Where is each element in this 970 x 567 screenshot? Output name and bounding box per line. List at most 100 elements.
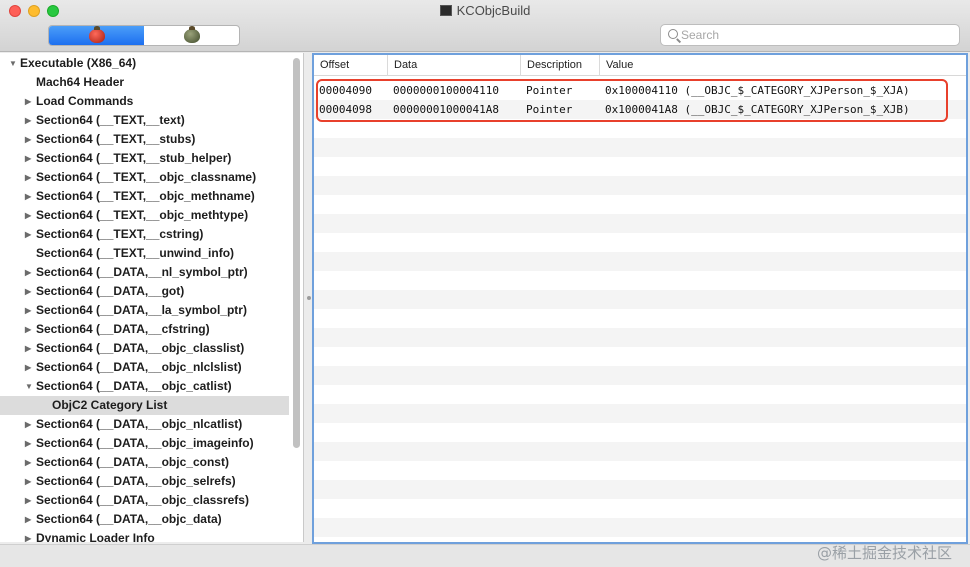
sidebar-item[interactable]: ▼ Section64 (__DATA,__objc_catlist)	[0, 377, 289, 396]
disclosure-triangle-closed-icon[interactable]: ▶	[25, 168, 35, 187]
sidebar-item[interactable]: ▶ Section64 (__TEXT,__stubs)	[0, 130, 289, 149]
segment-red-bug[interactable]	[49, 26, 144, 45]
sidebar-item-label: ObjC2 Category List	[52, 398, 168, 412]
sidebar-item[interactable]: ▶ Section64 (__DATA,__objc_imageinfo)	[0, 434, 289, 453]
disclosure-triangle-closed-icon[interactable]: ▶	[25, 282, 35, 301]
disclosure-triangle-closed-icon[interactable]: ▶	[25, 111, 35, 130]
table-row[interactable]	[314, 518, 966, 537]
sidebar-item[interactable]: ▶ Section64 (__DATA,__objc_nlcatlist)	[0, 415, 289, 434]
data-table[interactable]: Offset Data Description Value 00004090 00…	[312, 53, 968, 544]
sidebar-item[interactable]: Section64 (__TEXT,__unwind_info)	[0, 244, 289, 263]
offset-cell: 00004090	[319, 84, 372, 97]
disclosure-triangle-closed-icon[interactable]: ▶	[25, 358, 35, 377]
sidebar-item[interactable]: ▶ Section64 (__DATA,__cfstring)	[0, 320, 289, 339]
value-cell: 0x1000041A8 (__OBJC_$_CATEGORY_XJPerson_…	[605, 103, 910, 116]
sidebar-item[interactable]: ▶ Section64 (__DATA,__objc_classrefs)	[0, 491, 289, 510]
sidebar-item[interactable]: ObjC2 Category List	[0, 396, 289, 415]
split-view-divider[interactable]	[307, 296, 311, 300]
table-row[interactable]	[314, 119, 966, 138]
column-header-description[interactable]: Description	[520, 55, 599, 76]
column-header-data[interactable]: Data	[387, 55, 520, 76]
sidebar-item[interactable]: ▶ Section64 (__TEXT,__stub_helper)	[0, 149, 289, 168]
search-input[interactable]	[681, 27, 951, 43]
table-row[interactable]	[314, 328, 966, 347]
sidebar-item[interactable]: ▶ Section64 (__DATA,__nl_symbol_ptr)	[0, 263, 289, 282]
disclosure-triangle-closed-icon[interactable]: ▶	[25, 453, 35, 472]
table-header: Offset Data Description Value	[314, 55, 966, 76]
table-row[interactable]	[314, 290, 966, 309]
disclosure-triangle-closed-icon[interactable]: ▶	[25, 187, 35, 206]
table-row[interactable]	[314, 138, 966, 157]
disclosure-triangle-closed-icon[interactable]: ▶	[25, 472, 35, 491]
window-title-text: KCObjcBuild	[456, 3, 531, 18]
sidebar-item-label: Section64 (__DATA,__objc_selrefs)	[36, 474, 236, 488]
sidebar-item[interactable]: ▶ Section64 (__DATA,__objc_const)	[0, 453, 289, 472]
sidebar-scrollbar[interactable]	[291, 55, 302, 540]
disclosure-triangle-closed-icon[interactable]: ▶	[25, 529, 35, 542]
disclosure-triangle-closed-icon[interactable]: ▶	[25, 149, 35, 168]
sidebar-item[interactable]: ▶ Section64 (__TEXT,__objc_methtype)	[0, 206, 289, 225]
disclosure-triangle-closed-icon[interactable]: ▶	[25, 339, 35, 358]
disclosure-triangle-open-icon[interactable]: ▼	[9, 54, 19, 73]
disclosure-triangle-closed-icon[interactable]: ▶	[25, 301, 35, 320]
sidebar-item[interactable]: ▶ Load Commands	[0, 92, 289, 111]
column-header-value[interactable]: Value	[599, 55, 966, 76]
sidebar-item[interactable]: ▶ Section64 (__TEXT,__objc_methname)	[0, 187, 289, 206]
table-row[interactable]	[314, 499, 966, 518]
disclosure-triangle-closed-icon[interactable]: ▶	[25, 130, 35, 149]
sidebar-item[interactable]: ▶ Section64 (__DATA,__got)	[0, 282, 289, 301]
table-row[interactable]	[314, 214, 966, 233]
disclosure-triangle-open-icon[interactable]: ▼	[25, 377, 35, 396]
sidebar-item[interactable]: ▶ Section64 (__TEXT,__cstring)	[0, 225, 289, 244]
table-row[interactable]	[314, 366, 966, 385]
table-row[interactable]	[314, 347, 966, 366]
table-row[interactable]	[314, 404, 966, 423]
disclosure-triangle-closed-icon[interactable]: ▶	[25, 263, 35, 282]
disclosure-triangle-closed-icon[interactable]: ▶	[25, 225, 35, 244]
table-row[interactable]	[314, 176, 966, 195]
table-row[interactable]	[314, 271, 966, 290]
segment-green-bug[interactable]	[144, 26, 239, 45]
disclosure-triangle-closed-icon[interactable]: ▶	[25, 92, 35, 111]
sidebar-item[interactable]: ▶ Section64 (__DATA,__objc_classlist)	[0, 339, 289, 358]
sidebar-item[interactable]: ▶ Dynamic Loader Info	[0, 529, 289, 542]
sidebar-item[interactable]: Mach64 Header	[0, 73, 289, 92]
sidebar-item-label: Executable (X86_64)	[20, 56, 137, 70]
architecture-segmented-control[interactable]	[48, 25, 240, 46]
sidebar-item[interactable]: ▶ Section64 (__DATA,__la_symbol_ptr)	[0, 301, 289, 320]
sidebar-item[interactable]: ▼ Executable (X86_64)	[0, 54, 289, 73]
table-row[interactable]	[314, 309, 966, 328]
search-icon	[668, 29, 678, 39]
disclosure-triangle-closed-icon[interactable]: ▶	[25, 206, 35, 225]
table-row[interactable]: 00004090 0000000100004110 Pointer 0x1000041…	[314, 81, 966, 100]
disclosure-triangle-closed-icon[interactable]: ▶	[25, 320, 35, 339]
sidebar-tree[interactable]: ▼ Executable (X86_64) Mach64 Header ▶ Load C…	[0, 53, 304, 542]
sidebar-scroll-thumb[interactable]	[293, 58, 300, 448]
sidebar-item[interactable]: ▶ Section64 (__TEXT,__objc_classname)	[0, 168, 289, 187]
sidebar-item[interactable]: ▶ Section64 (__DATA,__objc_nlclslist)	[0, 358, 289, 377]
table-row[interactable]	[314, 385, 966, 404]
table-row[interactable]	[314, 442, 966, 461]
table-row[interactable]	[314, 252, 966, 271]
disclosure-triangle-closed-icon[interactable]: ▶	[25, 510, 35, 529]
table-row[interactable]	[314, 233, 966, 252]
sidebar-item-label: Section64 (__TEXT,__cstring)	[36, 227, 204, 241]
table-row[interactable]	[314, 423, 966, 442]
sidebar-item[interactable]: ▶ Section64 (__DATA,__objc_selrefs)	[0, 472, 289, 491]
table-row[interactable]	[314, 480, 966, 499]
column-header-offset[interactable]: Offset	[314, 55, 387, 76]
sidebar-item-label: Section64 (__DATA,__objc_nlcatlist)	[36, 417, 243, 431]
disclosure-triangle-closed-icon[interactable]: ▶	[25, 434, 35, 453]
sidebar-item-label: Section64 (__TEXT,__objc_classname)	[36, 170, 257, 184]
data-cell: 00000001000041A8	[393, 103, 499, 116]
data-cell: 0000000100004110	[393, 84, 499, 97]
table-row[interactable]	[314, 461, 966, 480]
table-row[interactable]	[314, 195, 966, 214]
disclosure-triangle-closed-icon[interactable]: ▶	[25, 491, 35, 510]
table-row[interactable]	[314, 157, 966, 176]
search-field[interactable]	[660, 24, 960, 46]
sidebar-item[interactable]: ▶ Section64 (__DATA,__objc_data)	[0, 510, 289, 529]
table-row[interactable]: 00004098 00000001000041A8 Pointer 0x1000041…	[314, 100, 966, 119]
disclosure-triangle-closed-icon[interactable]: ▶	[25, 415, 35, 434]
sidebar-item[interactable]: ▶ Section64 (__TEXT,__text)	[0, 111, 289, 130]
